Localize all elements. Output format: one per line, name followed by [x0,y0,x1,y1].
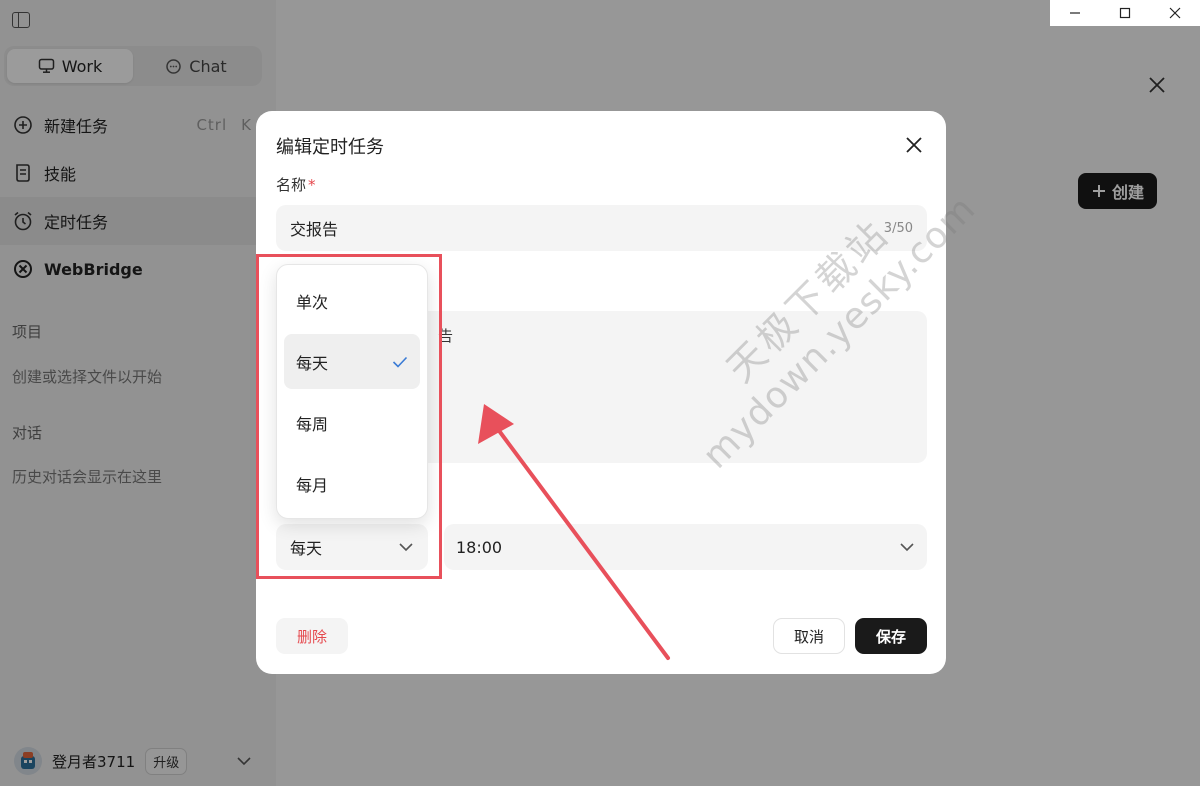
save-button[interactable]: 保存 [855,618,927,654]
dropdown-option-label: 每天 [296,353,329,373]
time-value: 18:00 [456,537,503,557]
frequency-dropdown-menu: 单次 每天 每周 每月 [276,264,428,519]
window-controls [1050,0,1200,26]
dropdown-option-daily[interactable]: 每天 [284,334,420,389]
time-select[interactable]: 18:00 [444,524,927,570]
dialog-close-icon[interactable] [904,135,924,155]
name-char-counter: 3/50 [883,220,913,236]
dropdown-option-label: 单次 [296,292,329,312]
dialog-title: 编辑定时任务 [276,137,384,158]
frequency-value: 每天 [290,539,323,558]
dropdown-option-once[interactable]: 单次 [284,273,420,328]
description-text: 告 [438,327,454,345]
chevron-down-icon [900,543,914,552]
cancel-button[interactable]: 取消 [773,618,845,654]
dropdown-option-monthly[interactable]: 每月 [284,456,420,511]
maximize-icon [1119,7,1131,19]
name-label: 名称 * [276,176,316,194]
delete-button[interactable]: 删除 [276,618,348,654]
frequency-select[interactable]: 每天 [276,524,428,570]
dropdown-option-weekly[interactable]: 每周 [284,395,420,450]
maximize-button[interactable] [1100,0,1150,26]
dropdown-option-label: 每月 [296,475,329,495]
close-icon [1169,7,1181,19]
checkmark-icon [392,356,408,368]
chevron-down-icon [399,543,413,552]
name-input[interactable]: 交报告 3/50 [276,205,927,251]
name-input-value: 交报告 [290,220,339,239]
window-close-button[interactable] [1150,0,1200,26]
dropdown-option-label: 每周 [296,414,329,434]
required-mark: * [308,176,316,194]
minimize-icon [1070,12,1080,14]
minimize-button[interactable] [1050,0,1100,26]
